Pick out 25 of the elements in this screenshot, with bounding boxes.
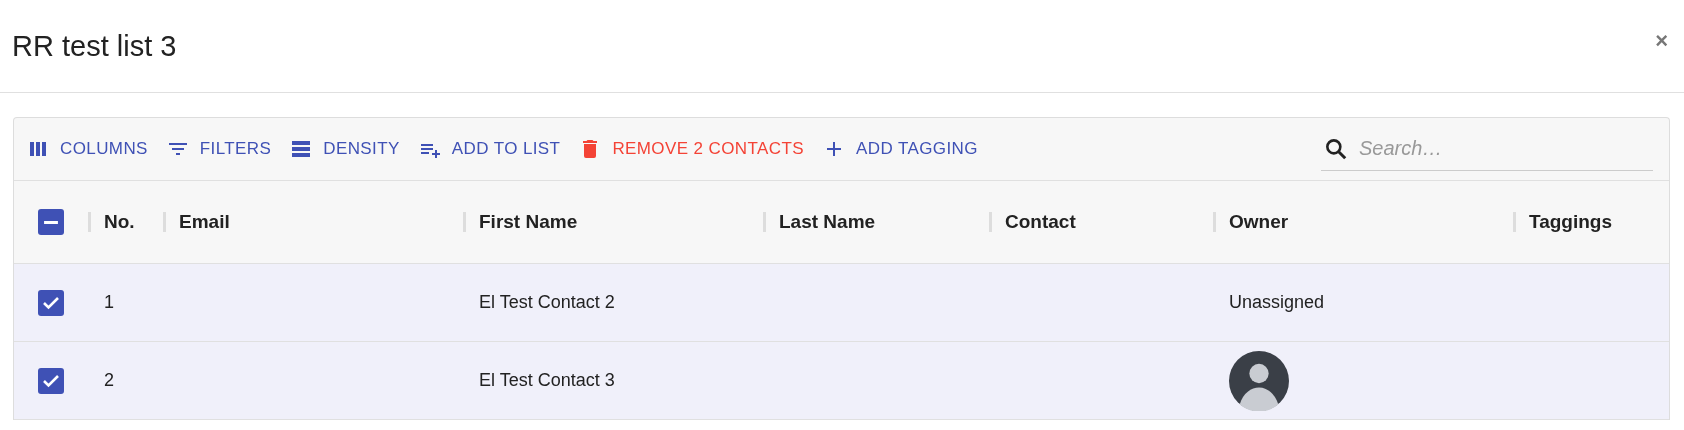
table-cell: El Test Contact 3 — [479, 370, 615, 391]
minus-icon — [44, 220, 58, 224]
toolbar-button[interactable]: ADD TO LIST — [415, 133, 563, 165]
row-checkbox[interactable] — [38, 367, 64, 394]
column-header[interactable]: First Name — [479, 211, 578, 233]
dialog-title: RR test list 3 — [12, 29, 177, 63]
column-header[interactable]: Email — [179, 211, 230, 233]
table-cell: Unassigned — [1229, 292, 1325, 313]
column-header[interactable]: No. — [104, 211, 135, 233]
toolbar-button[interactable]: FILTERS — [163, 133, 274, 165]
toolbar-button[interactable]: COLUMNS — [24, 133, 150, 165]
column-header[interactable]: Taggings — [1529, 211, 1613, 233]
close-button[interactable]: × — [1651, 28, 1672, 54]
column-header[interactable]: Contact — [1005, 211, 1076, 233]
toolbar-button[interactable]: DENSITY — [287, 133, 402, 165]
column-header[interactable]: Owner — [1229, 211, 1289, 233]
table-cell: 1 — [104, 292, 114, 313]
toolbar-button[interactable]: ADD TAGGING — [820, 133, 980, 165]
column-header[interactable]: Last Name — [779, 211, 876, 233]
row-checkbox[interactable] — [38, 289, 64, 316]
table-cell: 2 — [104, 370, 114, 391]
select-all-checkbox[interactable] — [38, 209, 64, 235]
table-cell: El Test Contact 2 — [479, 292, 615, 313]
search-field[interactable]: Search… — [1357, 136, 1641, 161]
avatar-icon — [1229, 350, 1289, 411]
